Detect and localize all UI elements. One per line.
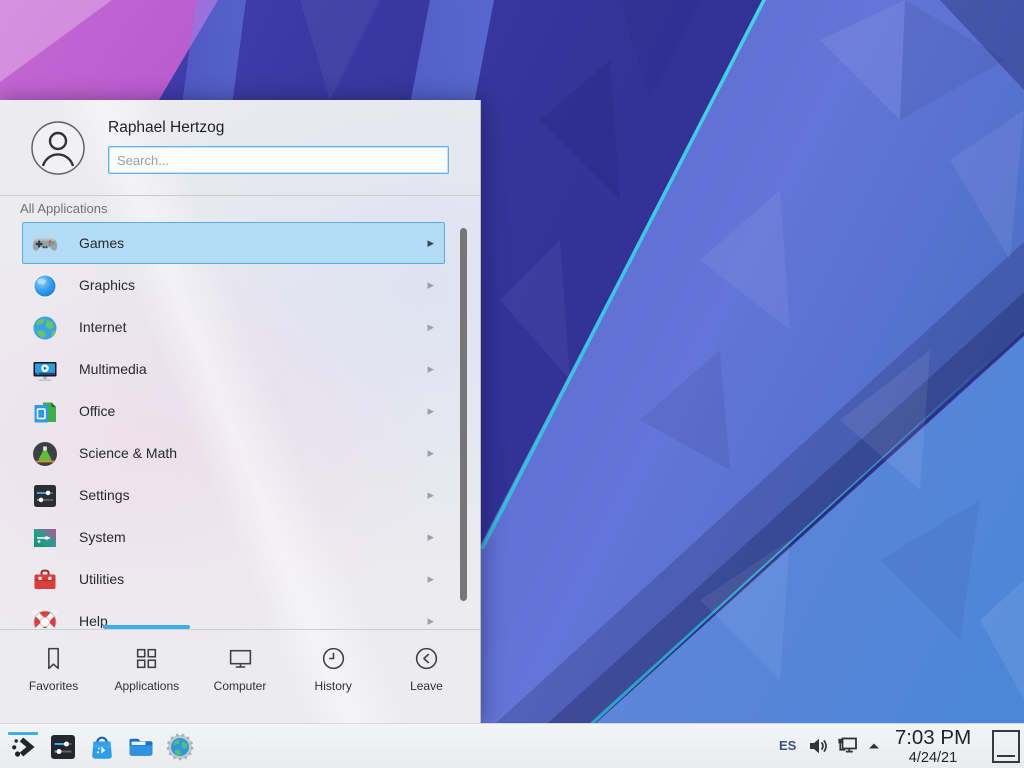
application-launcher-menu: Raphael Hertzog All Applications	[0, 100, 481, 723]
show-desktop-glyph	[997, 755, 1015, 757]
submenu-arrow-icon: ▸	[427, 235, 434, 251]
menu-item-office[interactable]: Office ▸	[22, 390, 445, 432]
menu-item-system[interactable]: System ▸	[22, 516, 445, 558]
tab-history[interactable]: History	[287, 630, 380, 723]
menu-item-label: System	[79, 529, 126, 545]
menu-item-science-math[interactable]: Science & Math ▸	[22, 432, 445, 474]
tab-label: Applications	[114, 679, 179, 693]
search-input[interactable]	[108, 146, 449, 174]
menu-item-label: Internet	[79, 319, 126, 335]
help-icon	[31, 608, 59, 628]
show-desktop-button[interactable]	[992, 730, 1020, 763]
tab-label: Favorites	[29, 679, 78, 693]
keyboard-layout-indicator[interactable]: ES	[779, 738, 796, 753]
wired-network-icon[interactable]	[836, 734, 860, 758]
menu-item-label: Science & Math	[79, 445, 177, 461]
utilities-icon	[31, 566, 59, 594]
tab-label: Computer	[214, 679, 267, 693]
menu-item-label: Graphics	[79, 277, 135, 293]
user-name: Raphael Hertzog	[108, 119, 224, 137]
submenu-arrow-icon: ▸	[427, 403, 434, 419]
multimedia-icon	[31, 356, 59, 384]
volume-icon[interactable]	[807, 735, 829, 757]
leave-icon	[413, 645, 440, 672]
tab-applications[interactable]: Applications	[100, 630, 193, 723]
tab-computer[interactable]: Computer	[193, 630, 286, 723]
submenu-arrow-icon: ▸	[427, 613, 434, 628]
menu-item-label: Multimedia	[79, 361, 147, 377]
clock-time: 7:03 PM	[885, 726, 981, 750]
graphics-icon	[31, 272, 59, 300]
kickoff-launcher-icon	[7, 732, 39, 762]
menu-item-games[interactable]: Games ▸	[22, 222, 445, 264]
submenu-arrow-icon: ▸	[427, 277, 434, 293]
clock-date: 4/24/21	[885, 750, 981, 766]
games-icon	[31, 230, 59, 258]
menu-item-label: Settings	[79, 487, 130, 503]
section-label: All Applications	[20, 201, 107, 216]
system-settings-launcher[interactable]	[47, 731, 79, 763]
settings-icon	[31, 482, 59, 510]
internet-icon	[31, 314, 59, 342]
tab-leave[interactable]: Leave	[380, 630, 473, 723]
launcher-tabbar: Favorites Applications C	[0, 630, 480, 723]
tab-label: History	[315, 679, 352, 693]
submenu-arrow-icon: ▸	[427, 445, 434, 461]
konqueror-launcher[interactable]	[164, 731, 196, 763]
office-icon	[31, 398, 59, 426]
desktop: Raphael Hertzog All Applications	[0, 0, 1024, 768]
menu-item-settings[interactable]: Settings ▸	[22, 474, 445, 516]
applications-grid-icon	[133, 645, 160, 672]
scrollbar-thumb[interactable]	[460, 228, 467, 601]
submenu-arrow-icon: ▸	[427, 571, 434, 587]
konqueror-browser-icon	[164, 732, 196, 762]
favorites-bookmark-icon	[40, 645, 67, 672]
expand-tray-arrow-icon[interactable]	[866, 738, 882, 754]
system-icon	[31, 524, 59, 552]
dolphin-file-manager-icon	[125, 732, 157, 762]
menu-item-label: Games	[79, 235, 124, 251]
tab-label: Leave	[410, 679, 443, 693]
user-avatar[interactable]	[31, 121, 85, 175]
digital-clock[interactable]: 7:03 PM 4/24/21	[885, 726, 981, 766]
taskbar-panel: ES 7:03 PM 4/24/21	[0, 723, 1024, 768]
menu-item-help[interactable]: Help ▸	[22, 600, 445, 628]
launcher-header: Raphael Hertzog	[0, 100, 480, 196]
submenu-arrow-icon: ▸	[427, 487, 434, 503]
submenu-arrow-icon: ▸	[427, 361, 434, 377]
submenu-arrow-icon: ▸	[427, 529, 434, 545]
menu-item-graphics[interactable]: Graphics ▸	[22, 264, 445, 306]
submenu-arrow-icon: ▸	[427, 319, 434, 335]
discover-launcher[interactable]	[86, 731, 118, 763]
menu-item-utilities[interactable]: Utilities ▸	[22, 558, 445, 600]
category-list: Games ▸ Graphics ▸	[0, 222, 460, 628]
launcher-open-indicator	[8, 732, 38, 735]
menu-item-internet[interactable]: Internet ▸	[22, 306, 445, 348]
kickoff-launcher-button[interactable]	[7, 731, 39, 763]
menu-item-multimedia[interactable]: Multimedia ▸	[22, 348, 445, 390]
menu-item-label: Utilities	[79, 571, 124, 587]
active-tab-indicator	[103, 625, 190, 629]
system-settings-icon	[47, 732, 79, 762]
discover-store-icon	[86, 732, 118, 762]
history-clock-icon	[320, 645, 347, 672]
dolphin-launcher[interactable]	[125, 731, 157, 763]
computer-monitor-icon	[227, 645, 254, 672]
science-icon	[31, 440, 59, 468]
menu-item-label: Office	[79, 403, 115, 419]
tab-favorites[interactable]: Favorites	[7, 630, 100, 723]
